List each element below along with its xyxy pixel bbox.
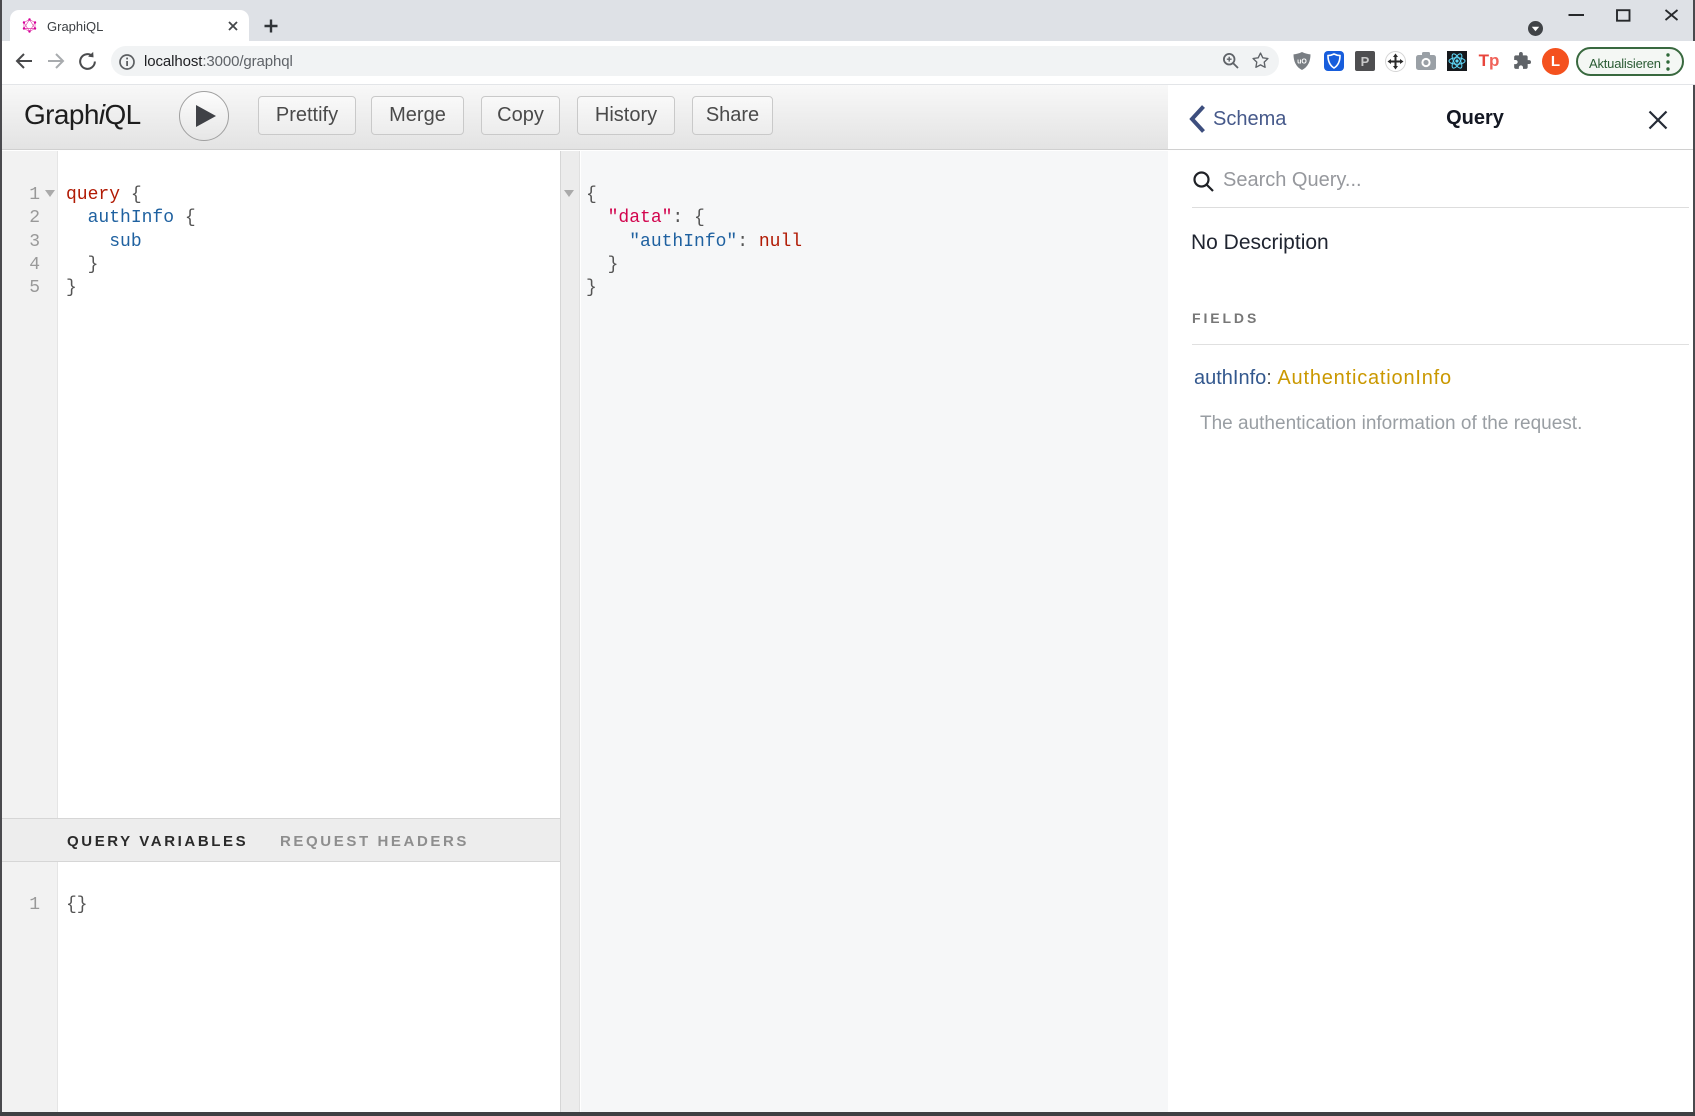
svg-text:P: P xyxy=(1361,54,1370,69)
svg-text:uO: uO xyxy=(1297,59,1307,66)
